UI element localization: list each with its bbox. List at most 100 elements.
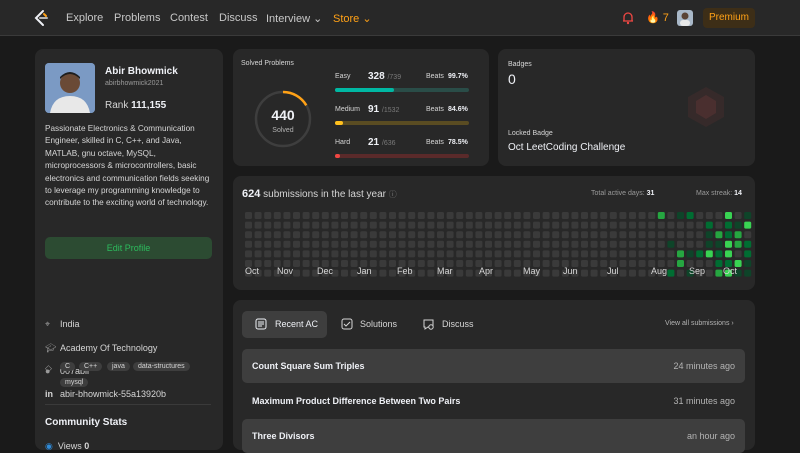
heatmap-cell[interactable]: [485, 250, 492, 258]
heatmap-cell[interactable]: [293, 212, 300, 219]
heatmap-cell[interactable]: [504, 260, 512, 267]
heatmap-cell[interactable]: [283, 212, 291, 219]
heatmap-cell[interactable]: [465, 250, 473, 258]
heatmap-cell[interactable]: [398, 240, 406, 248]
heatmap-cell[interactable]: [523, 240, 531, 248]
heatmap-cell[interactable]: [600, 221, 608, 229]
heatmap-cell[interactable]: [696, 240, 704, 248]
skill-tag[interactable]: java: [107, 362, 130, 371]
heatmap-cell[interactable]: [389, 231, 396, 239]
heatmap-cell[interactable]: [485, 212, 492, 219]
heatmap-cell[interactable]: [744, 250, 752, 258]
heatmap-cell[interactable]: [264, 269, 272, 277]
heatmap-cell[interactable]: [571, 231, 579, 239]
heatmap-cell[interactable]: [648, 212, 656, 219]
heatmap-cell[interactable]: [494, 240, 502, 248]
problem-title[interactable]: Count Square Sum Triples: [252, 361, 365, 371]
heatmap-cell[interactable]: [389, 221, 396, 229]
heatmap-cell[interactable]: [398, 221, 406, 229]
heatmap-cell[interactable]: [590, 231, 598, 239]
heatmap-cell[interactable]: [629, 250, 636, 258]
heatmap-cell[interactable]: [350, 212, 358, 219]
heatmap-cell[interactable]: [475, 221, 483, 229]
heatmap-cell[interactable]: [379, 231, 387, 239]
heatmap-cell[interactable]: [293, 240, 300, 248]
heatmap-cell[interactable]: [446, 221, 454, 229]
heatmap-cell[interactable]: [254, 231, 262, 239]
heatmap-cell[interactable]: [552, 260, 560, 267]
premium-button[interactable]: Premium: [703, 8, 755, 28]
heatmap-cell[interactable]: [312, 250, 320, 258]
heatmap-cell[interactable]: [427, 231, 435, 239]
heatmap-cell[interactable]: [667, 269, 675, 277]
heatmap-cell[interactable]: [341, 212, 348, 219]
heatmap-cell[interactable]: [581, 269, 588, 277]
heatmap-cell[interactable]: [600, 250, 608, 258]
heatmap-cell[interactable]: [427, 269, 435, 277]
heatmap-cell[interactable]: [283, 250, 291, 258]
heatmap-cell[interactable]: [485, 221, 492, 229]
heatmap-cell[interactable]: [686, 250, 694, 258]
heatmap-cell[interactable]: [734, 240, 742, 248]
heatmap-cell[interactable]: [350, 221, 358, 229]
heatmap-cell[interactable]: [513, 269, 521, 277]
heatmap-cell[interactable]: [264, 250, 272, 258]
heatmap-cell[interactable]: [600, 240, 608, 248]
heatmap-cell[interactable]: [677, 260, 684, 267]
heatmap-cell[interactable]: [389, 212, 396, 219]
heatmap-cell[interactable]: [734, 231, 742, 239]
heatmap-cell[interactable]: [523, 212, 531, 219]
heatmap-cell[interactable]: [619, 231, 627, 239]
heatmap-cell[interactable]: [571, 250, 579, 258]
heatmap-cell[interactable]: [504, 250, 512, 258]
heatmap-cell[interactable]: [705, 231, 713, 239]
heatmap-cell[interactable]: [590, 260, 598, 267]
heatmap-cell[interactable]: [245, 250, 252, 258]
nav-explore[interactable]: Explore: [66, 12, 103, 24]
heatmap-cell[interactable]: [590, 240, 598, 248]
heatmap-cell[interactable]: [715, 231, 723, 239]
heatmap-cell[interactable]: [619, 260, 627, 267]
heatmap-cell[interactable]: [581, 250, 588, 258]
heatmap-cell[interactable]: [504, 221, 512, 229]
heatmap-cell[interactable]: [360, 231, 368, 239]
heatmap-cell[interactable]: [417, 250, 425, 258]
heatmap-cell[interactable]: [513, 260, 521, 267]
heatmap-cell[interactable]: [312, 231, 320, 239]
heatmap-cell[interactable]: [465, 221, 473, 229]
heatmap-cell[interactable]: [321, 231, 329, 239]
heatmap-cell[interactable]: [293, 221, 300, 229]
heatmap-cell[interactable]: [581, 231, 588, 239]
heatmap-cell[interactable]: [590, 221, 598, 229]
heatmap-cell[interactable]: [677, 250, 684, 258]
heatmap-cell[interactable]: [609, 231, 617, 239]
heatmap-cell[interactable]: [321, 240, 329, 248]
heatmap-cell[interactable]: [408, 250, 416, 258]
heatmap-cell[interactable]: [273, 231, 281, 239]
heatmap-cell[interactable]: [619, 221, 627, 229]
heatmap-cell[interactable]: [696, 221, 704, 229]
heatmap-cell[interactable]: [533, 212, 540, 219]
heatmap-cell[interactable]: [465, 212, 473, 219]
heatmap-cell[interactable]: [437, 250, 444, 258]
heatmap-cell[interactable]: [744, 212, 752, 219]
heatmap-cell[interactable]: [341, 250, 348, 258]
heatmap-cell[interactable]: [504, 269, 512, 277]
heatmap-cell[interactable]: [744, 269, 752, 277]
heatmap-cell[interactable]: [725, 231, 732, 239]
heatmap-cell[interactable]: [456, 212, 464, 219]
heatmap-cell[interactable]: [312, 212, 320, 219]
list-item[interactable]: Three Divisors an hour ago: [242, 419, 745, 453]
heatmap-cell[interactable]: [245, 221, 252, 229]
heatmap-cell[interactable]: [417, 269, 425, 277]
heatmap-cell[interactable]: [245, 231, 252, 239]
heatmap-cell[interactable]: [494, 221, 502, 229]
heatmap-cell[interactable]: [321, 250, 329, 258]
heatmap-cell[interactable]: [715, 269, 723, 277]
avatar[interactable]: [677, 10, 693, 26]
heatmap-cell[interactable]: [667, 260, 675, 267]
heatmap-cell[interactable]: [389, 269, 396, 277]
heatmap-cell[interactable]: [590, 250, 598, 258]
heatmap-cell[interactable]: [696, 231, 704, 239]
heatmap-cell[interactable]: [667, 212, 675, 219]
